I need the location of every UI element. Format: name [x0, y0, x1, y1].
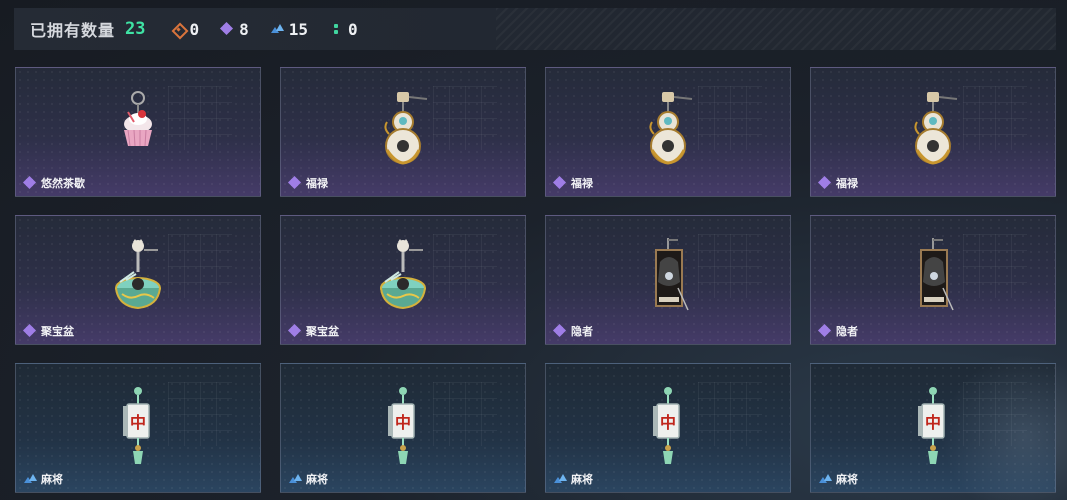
- gourd-pendant-image: [373, 90, 433, 174]
- pendant-name: 福禄: [571, 177, 593, 190]
- pendant-name-row: 聚宝盆: [287, 323, 339, 339]
- pendant-card[interactable]: 中 麻将: [810, 363, 1056, 493]
- pendant-card[interactable]: 福禄: [545, 67, 791, 197]
- bowl-pendant-image: [373, 238, 433, 322]
- pendant-name: 福禄: [836, 177, 858, 190]
- card-squares: [963, 86, 1027, 150]
- card-squares: [963, 234, 1027, 298]
- cupcake-pendant-image: [108, 90, 168, 174]
- pendant-name-row: 麻将: [819, 471, 858, 487]
- card-squares: [433, 234, 497, 298]
- pendant-name: 福禄: [306, 177, 328, 190]
- card-squares: [168, 234, 232, 298]
- pendant-card[interactable]: 隐者: [810, 215, 1056, 345]
- gourd-pendant-image: [903, 90, 963, 174]
- stat-purple-value: 8: [239, 19, 249, 39]
- mahjong-pendant-image: 中: [903, 386, 963, 470]
- card-squares: [168, 86, 232, 150]
- svg-text:中: 中: [925, 413, 941, 432]
- card-squares: [698, 382, 762, 446]
- pendant-card[interactable]: 悠然茶歇: [15, 67, 261, 197]
- pendant-name: 隐者: [836, 325, 858, 338]
- pendant-name: 聚宝盆: [306, 325, 339, 338]
- mahjong-pendant-image: 中: [373, 386, 433, 470]
- blue-rarity-icon: [289, 473, 302, 485]
- blue-rarity-icon: [24, 473, 37, 485]
- stat-purple: 8: [220, 19, 249, 39]
- pendant-card[interactable]: 中 麻将: [15, 363, 261, 493]
- card-squares: [433, 86, 497, 150]
- pendant-name-row: 麻将: [24, 471, 63, 487]
- pendant-name-row: 悠然茶歇: [22, 175, 85, 191]
- pendant-name-row: 福禄: [817, 175, 858, 191]
- pendant-name-row: 聚宝盆: [22, 323, 74, 339]
- pendant-name: 隐者: [571, 325, 593, 338]
- purple-rarity-icon: [287, 323, 302, 338]
- stat-green-value: 0: [348, 19, 358, 39]
- pendant-name-row: 麻将: [289, 471, 328, 487]
- pendant-name: 麻将: [571, 473, 593, 486]
- svg-text:中: 中: [660, 413, 676, 432]
- purple-rarity-icon: [22, 323, 37, 338]
- pendant-name: 悠然茶歇: [41, 177, 85, 190]
- blue-rarity-icon: [554, 473, 567, 485]
- card-squares: [433, 382, 497, 446]
- orange-diamond-icon: [172, 23, 184, 35]
- purple-rarity-icon: [552, 175, 567, 190]
- card-squares: [698, 234, 762, 298]
- mahjong-pendant-image: 中: [638, 386, 698, 470]
- pendant-name-row: 隐者: [817, 323, 858, 339]
- svg-text:中: 中: [395, 413, 411, 432]
- card-squares: [168, 382, 232, 446]
- pendant-name: 聚宝盆: [41, 325, 74, 338]
- svg-text:中: 中: [130, 413, 146, 432]
- pendant-card[interactable]: 隐者: [545, 215, 791, 345]
- pendant-name: 麻将: [41, 473, 63, 486]
- pendant-card[interactable]: 聚宝盆: [280, 215, 526, 345]
- card-pendant-image: [638, 238, 698, 322]
- pendant-card[interactable]: 福禄: [810, 67, 1056, 197]
- pendant-card[interactable]: 福禄: [280, 67, 526, 197]
- owned-count: 23: [125, 19, 146, 39]
- card-squares: [963, 382, 1027, 446]
- card-squares: [698, 86, 762, 150]
- pendant-name: 麻将: [836, 473, 858, 486]
- green-dots-icon: [330, 23, 342, 35]
- bowl-pendant-image: [108, 238, 168, 322]
- gourd-pendant-image: [638, 90, 698, 174]
- stat-blue-value: 15: [288, 19, 309, 39]
- stat-orange: 0: [172, 20, 200, 39]
- purple-rarity-icon: [817, 323, 832, 338]
- owned-label: 已拥有数量: [30, 21, 116, 40]
- pendant-name-row: 福禄: [552, 175, 593, 191]
- purple-rarity-icon: [287, 175, 302, 190]
- blue-peaks-icon: [270, 23, 284, 35]
- pendant-name-row: 福禄: [287, 175, 328, 191]
- pendant-card[interactable]: 中 麻将: [280, 363, 526, 493]
- pendant-card[interactable]: 聚宝盆: [15, 215, 261, 345]
- pendant-card[interactable]: 中 麻将: [545, 363, 791, 493]
- purple-rarity-icon: [22, 175, 37, 190]
- purple-rarity-icon: [817, 175, 832, 190]
- blue-rarity-icon: [819, 473, 832, 485]
- pendant-name: 麻将: [306, 473, 328, 486]
- pendant-name-row: 隐者: [552, 323, 593, 339]
- mahjong-pendant-image: 中: [108, 386, 168, 470]
- card-pendant-image: [903, 238, 963, 322]
- purple-rarity-icon: [552, 323, 567, 338]
- stat-orange-value: 0: [189, 19, 200, 39]
- owned-count-bar: 已拥有数量 23 0 8 15 0: [14, 8, 1056, 50]
- purple-diamond-cluster-icon: [220, 21, 234, 36]
- stat-green: 0: [330, 20, 358, 39]
- stat-blue: 15: [270, 19, 309, 39]
- pendant-name-row: 麻将: [554, 471, 593, 487]
